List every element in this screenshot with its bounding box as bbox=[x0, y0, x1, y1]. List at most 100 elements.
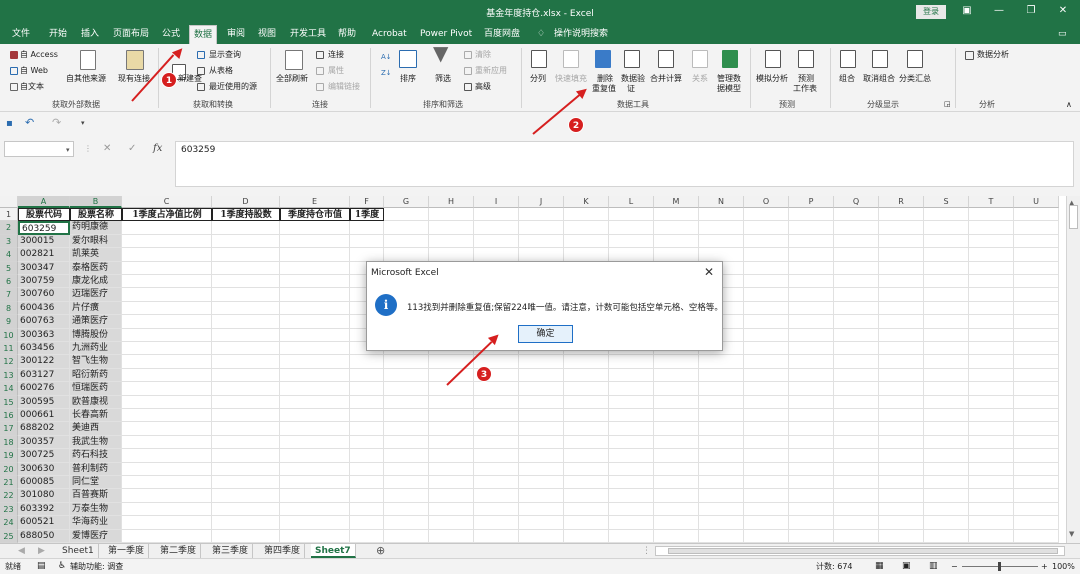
stock-code-cell[interactable]: 300015 bbox=[18, 234, 70, 249]
cell[interactable] bbox=[879, 529, 924, 543]
cell[interactable] bbox=[384, 502, 429, 517]
column-header-d[interactable]: D bbox=[212, 196, 280, 208]
filter-button[interactable]: 筛选 bbox=[435, 73, 451, 84]
stock-name-cell[interactable]: 美迪西 bbox=[70, 422, 122, 436]
cell[interactable] bbox=[429, 462, 474, 476]
accessibility-status[interactable]: 辅助功能: 调查 bbox=[70, 559, 123, 574]
cell[interactable] bbox=[1014, 355, 1059, 369]
cell[interactable] bbox=[924, 449, 969, 463]
stock-code-cell[interactable]: 600763 bbox=[18, 315, 70, 329]
reapply-button[interactable]: 重新应用 bbox=[475, 65, 507, 76]
cell[interactable] bbox=[280, 261, 350, 275]
column-header-n[interactable]: N bbox=[699, 196, 744, 208]
cell[interactable] bbox=[122, 315, 212, 329]
confirm-entry-icon[interactable]: ✓ bbox=[128, 143, 136, 154]
cell[interactable] bbox=[122, 342, 212, 356]
cell[interactable] bbox=[429, 502, 474, 517]
cell[interactable] bbox=[654, 449, 699, 463]
cell[interactable] bbox=[654, 529, 699, 543]
cell[interactable] bbox=[924, 368, 969, 383]
cell[interactable] bbox=[429, 395, 474, 409]
text-to-columns-button[interactable]: 分列 bbox=[530, 73, 546, 84]
cell[interactable] bbox=[280, 435, 350, 450]
cell[interactable] bbox=[1014, 275, 1059, 289]
zoom-in-icon[interactable]: + bbox=[1041, 559, 1048, 574]
cell[interactable] bbox=[122, 288, 212, 302]
cell[interactable] bbox=[519, 449, 564, 463]
cell[interactable] bbox=[212, 516, 280, 530]
cell[interactable] bbox=[789, 489, 834, 503]
stock-name-cell[interactable]: 华海药业 bbox=[70, 516, 122, 530]
row-header[interactable]: 3 bbox=[0, 234, 18, 249]
restore-icon[interactable]: ❐ bbox=[1024, 4, 1038, 18]
cell[interactable] bbox=[924, 422, 969, 436]
cell[interactable] bbox=[122, 328, 212, 342]
ribbon-display-icon[interactable]: ▣ bbox=[960, 4, 974, 18]
cell[interactable] bbox=[789, 462, 834, 476]
tab-scroll-right-icon[interactable]: ▶ bbox=[34, 544, 49, 558]
cell[interactable] bbox=[789, 355, 834, 369]
cell[interactable] bbox=[350, 502, 384, 517]
cell[interactable] bbox=[924, 315, 969, 329]
cell[interactable] bbox=[564, 368, 609, 383]
cell[interactable] bbox=[834, 248, 879, 262]
cell[interactable] bbox=[834, 382, 879, 396]
cell[interactable] bbox=[789, 301, 834, 316]
cell[interactable] bbox=[564, 208, 609, 222]
connections-button[interactable]: 连接 bbox=[328, 49, 344, 60]
cell[interactable] bbox=[699, 355, 744, 369]
cell[interactable] bbox=[1014, 516, 1059, 530]
cell[interactable] bbox=[609, 422, 654, 436]
cell[interactable] bbox=[744, 395, 789, 409]
cell[interactable] bbox=[879, 382, 924, 396]
cell[interactable] bbox=[212, 275, 280, 289]
cell[interactable] bbox=[879, 476, 924, 490]
cell[interactable] bbox=[280, 301, 350, 316]
cell[interactable] bbox=[879, 315, 924, 329]
cell[interactable] bbox=[1014, 248, 1059, 262]
cell[interactable] bbox=[122, 422, 212, 436]
row-header[interactable]: 4 bbox=[0, 248, 18, 262]
cell[interactable] bbox=[654, 476, 699, 490]
cell[interactable] bbox=[744, 248, 789, 262]
cell[interactable] bbox=[350, 382, 384, 396]
cell[interactable] bbox=[384, 476, 429, 490]
stock-code-cell[interactable]: 688202 bbox=[18, 422, 70, 436]
stock-code-cell[interactable]: 603127 bbox=[18, 368, 70, 383]
normal-view-icon[interactable]: ▦ bbox=[875, 559, 884, 574]
cell[interactable] bbox=[564, 489, 609, 503]
cell[interactable] bbox=[699, 489, 744, 503]
cell[interactable] bbox=[969, 462, 1014, 476]
cell[interactable] bbox=[519, 208, 564, 222]
row-header[interactable]: 19 bbox=[0, 449, 18, 463]
stock-name-cell[interactable]: 迈瑞医疗 bbox=[70, 288, 122, 302]
cell[interactable] bbox=[969, 355, 1014, 369]
stock-code-cell[interactable]: 300630 bbox=[18, 462, 70, 476]
sort-button[interactable]: 排序 bbox=[400, 73, 416, 84]
tell-me-search[interactable]: 操作说明搜索 bbox=[554, 24, 608, 44]
cell[interactable] bbox=[564, 355, 609, 369]
cell[interactable] bbox=[834, 315, 879, 329]
tab-page-layout[interactable]: 页面布局 bbox=[113, 24, 149, 44]
cell[interactable] bbox=[280, 516, 350, 530]
cell[interactable] bbox=[564, 435, 609, 450]
cell[interactable] bbox=[350, 435, 384, 450]
cell[interactable] bbox=[969, 368, 1014, 383]
column-header-u[interactable]: U bbox=[1014, 196, 1059, 208]
tab-data[interactable]: 数据 bbox=[189, 25, 218, 45]
advanced-button[interactable]: 高级 bbox=[475, 81, 491, 92]
cell[interactable] bbox=[564, 476, 609, 490]
cell[interactable] bbox=[744, 328, 789, 342]
cell[interactable] bbox=[879, 368, 924, 383]
header-cell[interactable]: 1季度持股数 bbox=[212, 208, 280, 222]
tab-review[interactable]: 审阅 bbox=[227, 24, 245, 44]
cell[interactable] bbox=[654, 208, 699, 222]
stock-name-cell[interactable]: 昭衍新药 bbox=[70, 368, 122, 383]
cell[interactable] bbox=[699, 529, 744, 543]
cell[interactable] bbox=[519, 221, 564, 235]
cell[interactable] bbox=[122, 234, 212, 249]
add-sheet-icon[interactable]: ⊕ bbox=[372, 544, 389, 558]
stock-name-cell[interactable]: 凯莱英 bbox=[70, 248, 122, 262]
cell[interactable] bbox=[969, 315, 1014, 329]
stock-name-cell[interactable]: 智飞生物 bbox=[70, 355, 122, 369]
